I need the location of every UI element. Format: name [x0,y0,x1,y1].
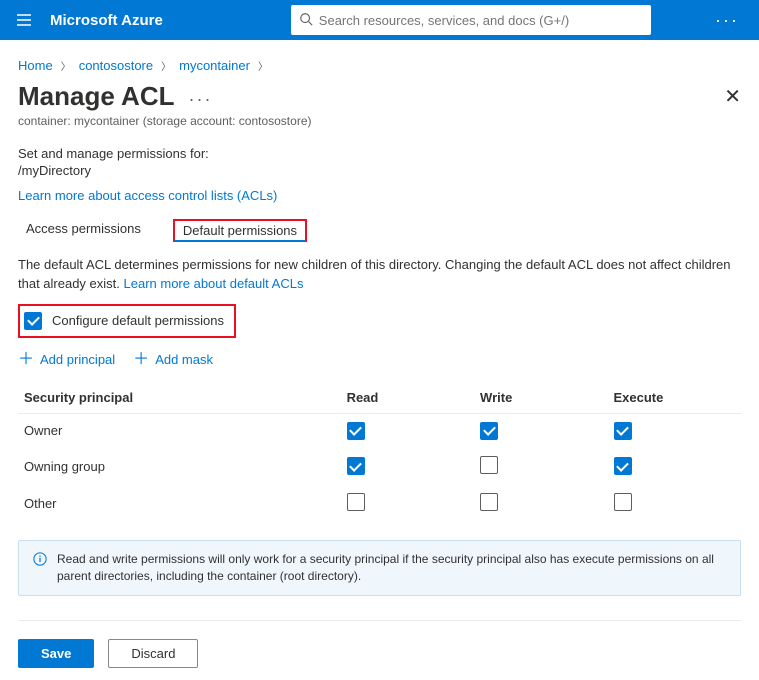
add-principal-label: Add principal [40,352,115,367]
read-checkbox[interactable] [347,493,365,511]
info-icon [33,552,47,586]
principal-name: Owning group [18,448,341,485]
info-box: Read and write permissions will only wor… [18,540,741,597]
title-more-icon[interactable]: ··· [189,89,213,110]
brand-label: Microsoft Azure [50,12,163,29]
plus-icon: ＋ [18,352,34,368]
breadcrumb-home[interactable]: Home [18,58,53,73]
learn-acls-link[interactable]: Learn more about access control lists (A… [18,188,277,203]
chevron-right-icon: 〉 [258,58,268,73]
col-execute: Execute [608,382,742,414]
write-checkbox[interactable] [480,493,498,511]
discard-button[interactable]: Discard [108,639,198,668]
set-manage-label: Set and manage permissions for: [18,146,741,161]
close-icon[interactable]: ✕ [724,87,741,107]
write-checkbox[interactable] [480,456,498,474]
read-checkbox[interactable] [347,457,365,475]
execute-checkbox[interactable] [614,457,632,475]
execute-checkbox[interactable] [614,493,632,511]
configure-default-label: Configure default permissions [52,313,224,328]
principal-name: Other [18,485,341,522]
add-mask-button[interactable]: ＋ Add mask [133,352,213,368]
info-text: Read and write permissions will only wor… [57,551,726,586]
plus-icon: ＋ [133,352,149,368]
breadcrumb-store[interactable]: contosostore [79,58,153,73]
execute-checkbox[interactable] [614,422,632,440]
col-principal: Security principal [18,382,341,414]
title-bar: Manage ACL ··· ✕ [18,81,741,112]
top-bar: Microsoft Azure ··· [0,0,759,40]
search-input[interactable] [319,13,643,28]
col-write: Write [474,382,607,414]
breadcrumb-container[interactable]: mycontainer [179,58,250,73]
configure-default-checkbox[interactable] [24,312,42,330]
permissions-table: Security principal Read Write Execute Ow… [18,382,741,522]
chevron-right-icon: 〉 [61,58,71,73]
tab-default-permissions[interactable]: Default permissions [173,219,307,242]
divider [18,620,741,621]
col-read: Read [341,382,474,414]
add-principal-button[interactable]: ＋ Add principal [18,352,115,368]
default-description: The default ACL determines permissions f… [18,256,741,294]
read-checkbox[interactable] [347,422,365,440]
configure-default-row: Configure default permissions [18,304,236,338]
breadcrumb: Home 〉 contosostore 〉 mycontainer 〉 [18,58,741,73]
search-icon [299,12,313,29]
search-box[interactable] [291,5,651,35]
table-row: Owner [18,413,741,448]
tab-access-permissions[interactable]: Access permissions [18,219,149,242]
page-subtitle: container: mycontainer (storage account:… [18,114,741,128]
save-button[interactable]: Save [18,639,94,668]
hamburger-menu-icon[interactable] [8,4,40,36]
learn-default-link[interactable]: Learn more about default ACLs [124,276,304,291]
table-row: Other [18,485,741,522]
topbar-more-icon[interactable]: ··· [703,10,751,31]
page-title: Manage ACL [18,81,175,112]
path-value: /myDirectory [18,163,741,178]
table-row: Owning group [18,448,741,485]
principal-name: Owner [18,413,341,448]
chevron-right-icon: 〉 [161,58,171,73]
add-mask-label: Add mask [155,352,213,367]
tabs: Access permissions Default permissions [18,219,741,242]
write-checkbox[interactable] [480,422,498,440]
